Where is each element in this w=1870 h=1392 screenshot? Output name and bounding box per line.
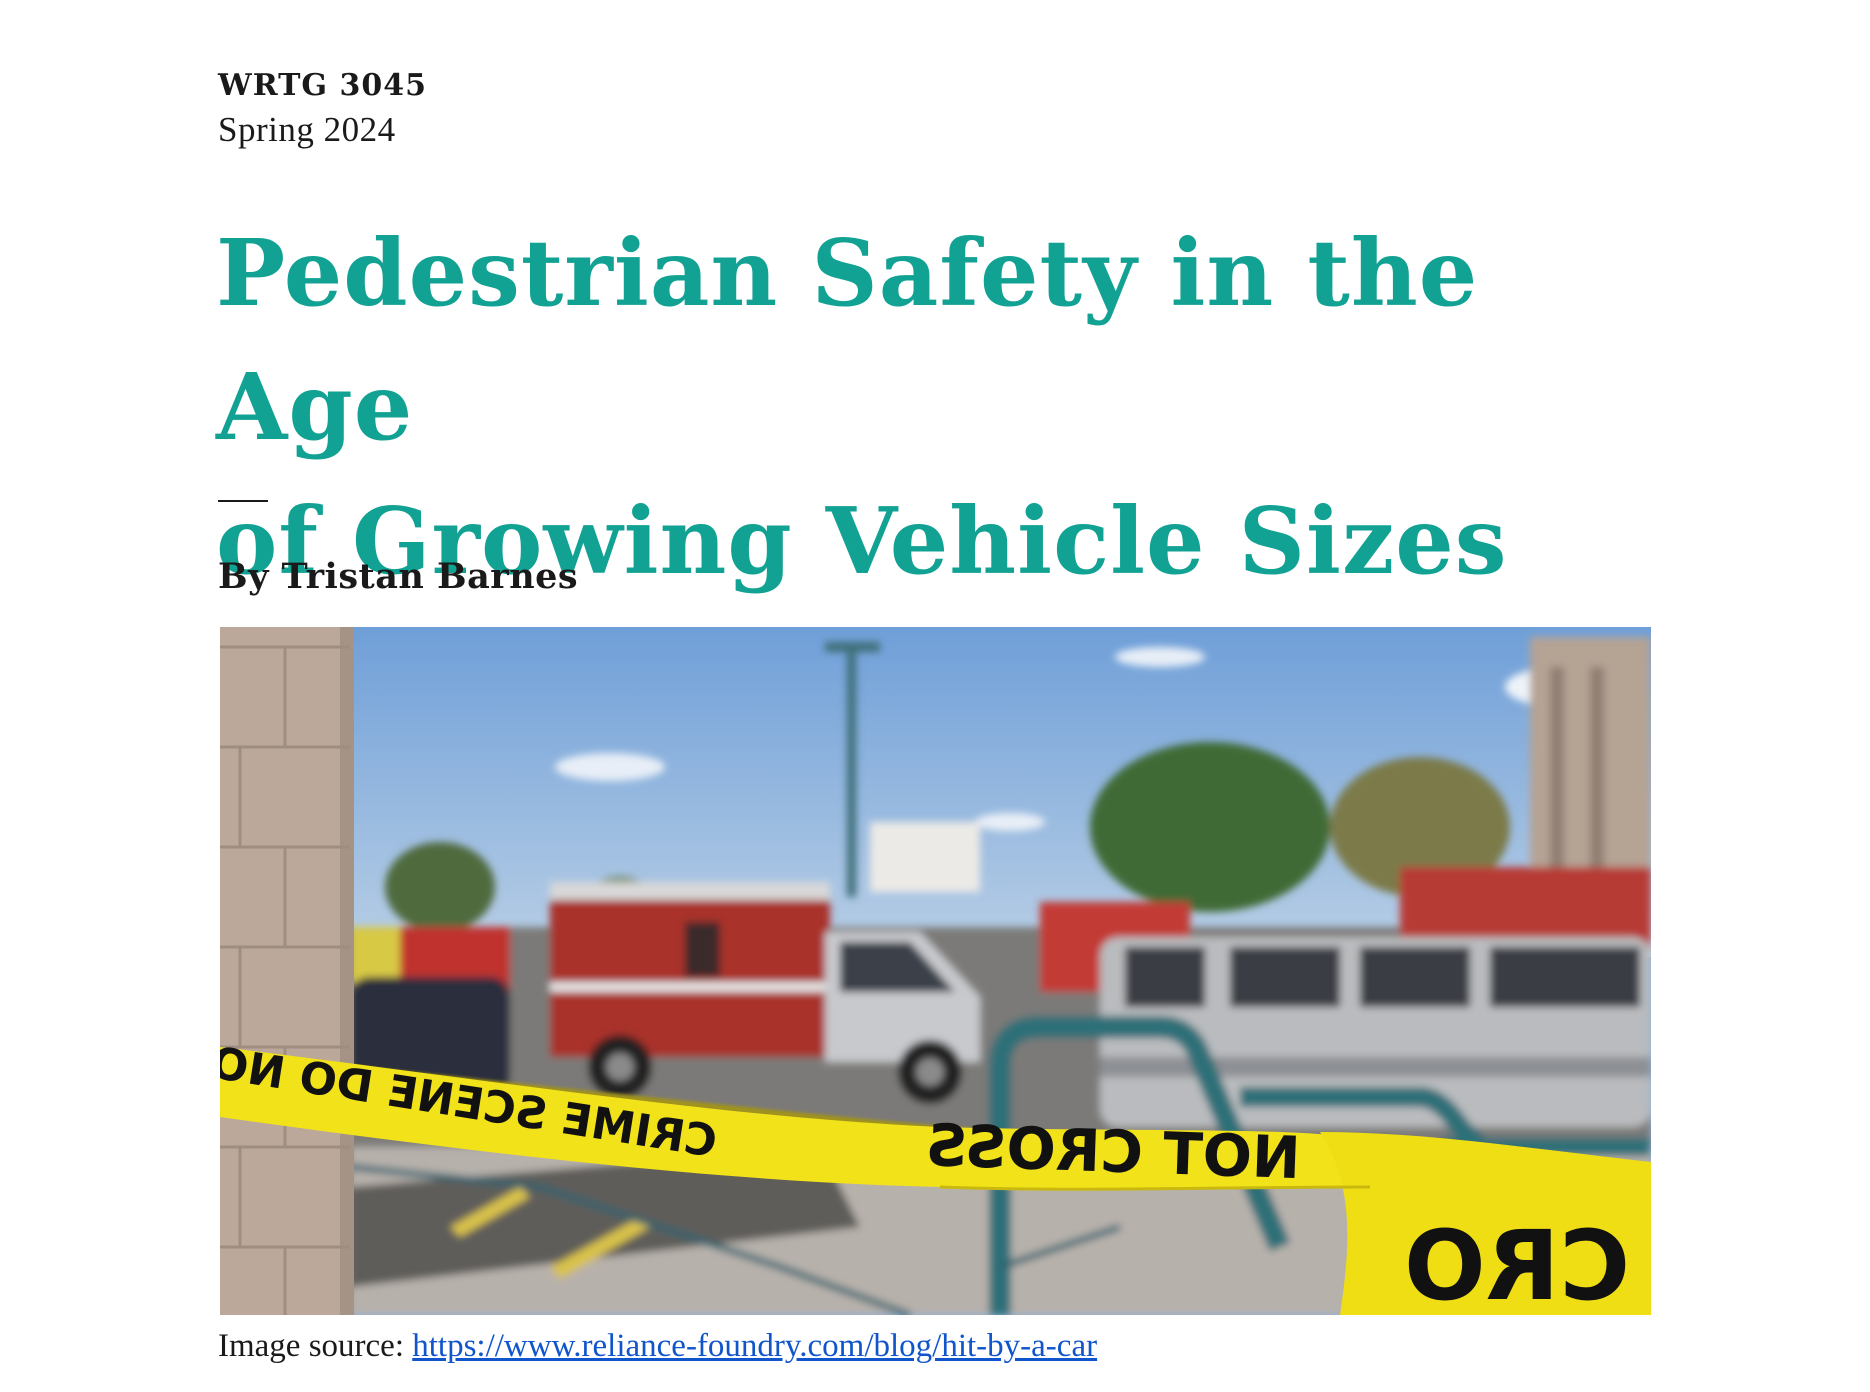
course-code: WRTG 3045: [218, 68, 427, 103]
brick-wall: [220, 627, 354, 1315]
image-caption: Image source: https://www.reliance-found…: [218, 1328, 1097, 1365]
image-source-link[interactable]: https://www.reliance-foundry.com/blog/hi…: [412, 1328, 1097, 1364]
tape-text-corner: CRO: [1404, 1210, 1630, 1315]
title-divider: [218, 500, 268, 502]
document-page: WRTG 3045 Spring 2024 Pedestrian Safety …: [216, 0, 1658, 1392]
byline: By Tristan Barnes: [218, 556, 579, 597]
caption-prefix: Image source:: [218, 1328, 404, 1364]
tree: [1090, 742, 1330, 912]
title-line-1: Pedestrian Safety in the Age: [216, 219, 1479, 461]
article-photo: CRIME SCENE DO NOT CROSS NOT CROSS CRO: [220, 627, 1651, 1315]
page-title: Pedestrian Safety in the Age of Growing …: [216, 206, 1676, 608]
term: Spring 2024: [218, 110, 396, 149]
crime-scene-photo: CRIME SCENE DO NOT CROSS NOT CROSS CRO: [220, 627, 1651, 1315]
tape-text-right: NOT CROSS: [924, 1111, 1301, 1192]
